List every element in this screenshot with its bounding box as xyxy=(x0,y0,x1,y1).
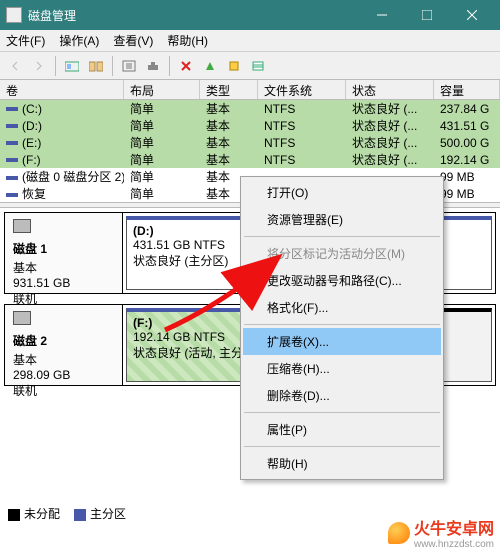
brand-url: www.hnzzdst.com xyxy=(414,539,494,550)
ctx-open[interactable]: 打开(O) xyxy=(243,179,441,206)
menu-file[interactable]: 文件(F) xyxy=(6,32,45,49)
settings-icon[interactable] xyxy=(142,55,164,77)
disk2-size: 298.09 GB xyxy=(13,368,114,382)
menu-help[interactable]: 帮助(H) xyxy=(167,32,208,49)
brand-logo-icon xyxy=(388,522,410,544)
table-row[interactable]: (E:)简单基本NTFS状态良好 (...500.00 G xyxy=(0,134,500,151)
disk2-kind: 基本 xyxy=(13,351,114,368)
brand-name: 火牛安卓网 xyxy=(414,515,494,539)
ctx-explorer[interactable]: 资源管理器(E) xyxy=(243,206,441,233)
ctx-shrink-volume[interactable]: 压缩卷(H)... xyxy=(243,355,441,382)
watermark: 火牛安卓网 www.hnzzdst.com xyxy=(388,515,494,550)
toolbar xyxy=(0,52,500,80)
legend-unalloc-swatch xyxy=(8,509,20,521)
close-button[interactable] xyxy=(449,0,494,30)
ctx-help[interactable]: 帮助(H) xyxy=(243,450,441,477)
ctx-properties[interactable]: 属性(P) xyxy=(243,416,441,443)
disk2-info: 磁盘 2 基本 298.09 GB 联机 xyxy=(5,305,123,385)
table-row[interactable]: (F:)简单基本NTFS状态良好 (...192.14 G xyxy=(0,151,500,168)
disk1-kind: 基本 xyxy=(13,259,114,276)
disk2-title: 磁盘 2 xyxy=(13,332,114,349)
ctx-delete-volume[interactable]: 删除卷(D)... xyxy=(243,382,441,409)
nav-back-icon xyxy=(4,55,26,77)
disk1-info: 磁盘 1 基本 931.51 GB 联机 xyxy=(5,213,123,293)
table-row[interactable]: (D:)简单基本NTFS状态良好 (...431.51 G xyxy=(0,117,500,134)
col-fs[interactable]: 文件系统 xyxy=(258,80,346,99)
col-status[interactable]: 状态 xyxy=(346,80,434,99)
disk2-state: 联机 xyxy=(13,382,114,399)
col-type[interactable]: 类型 xyxy=(200,80,258,99)
ctx-format[interactable]: 格式化(F)... xyxy=(243,294,441,321)
disk-icon xyxy=(13,311,31,325)
menu-view[interactable]: 查看(V) xyxy=(113,32,153,49)
view-icon[interactable] xyxy=(61,55,83,77)
action1-icon[interactable] xyxy=(199,55,221,77)
disk-icon xyxy=(13,219,31,233)
ctx-mark-active: 将分区标记为活动分区(M) xyxy=(243,240,441,267)
refresh-icon[interactable] xyxy=(118,55,140,77)
legend-primary-swatch xyxy=(74,509,86,521)
context-menu: 打开(O) 资源管理器(E) 将分区标记为活动分区(M) 更改驱动器号和路径(C… xyxy=(240,176,444,480)
ctx-extend-volume[interactable]: 扩展卷(X)... xyxy=(243,328,441,355)
properties-icon[interactable] xyxy=(223,55,245,77)
app-icon xyxy=(6,7,22,23)
col-layout[interactable]: 布局 xyxy=(124,80,200,99)
list-icon[interactable] xyxy=(247,55,269,77)
maximize-button[interactable] xyxy=(404,0,449,30)
view2-icon[interactable] xyxy=(85,55,107,77)
menu-action[interactable]: 操作(A) xyxy=(59,32,99,49)
col-volume[interactable]: 卷 xyxy=(0,80,124,99)
minimize-button[interactable] xyxy=(359,0,404,30)
col-capacity[interactable]: 容量 xyxy=(434,80,500,99)
disk1-size: 931.51 GB xyxy=(13,276,114,290)
disk1-title: 磁盘 1 xyxy=(13,240,114,257)
nav-fwd-icon xyxy=(28,55,50,77)
delete-icon[interactable] xyxy=(175,55,197,77)
menubar: 文件(F) 操作(A) 查看(V) 帮助(H) xyxy=(0,30,500,52)
titlebar: 磁盘管理 xyxy=(0,0,500,30)
ctx-change-drive[interactable]: 更改驱动器号和路径(C)... xyxy=(243,267,441,294)
legend: 未分配 主分区 xyxy=(8,505,126,522)
volume-list-header: 卷 布局 类型 文件系统 状态 容量 xyxy=(0,80,500,100)
table-row[interactable]: (C:)简单基本NTFS状态良好 (...237.84 G xyxy=(0,100,500,117)
window-title: 磁盘管理 xyxy=(28,7,359,24)
